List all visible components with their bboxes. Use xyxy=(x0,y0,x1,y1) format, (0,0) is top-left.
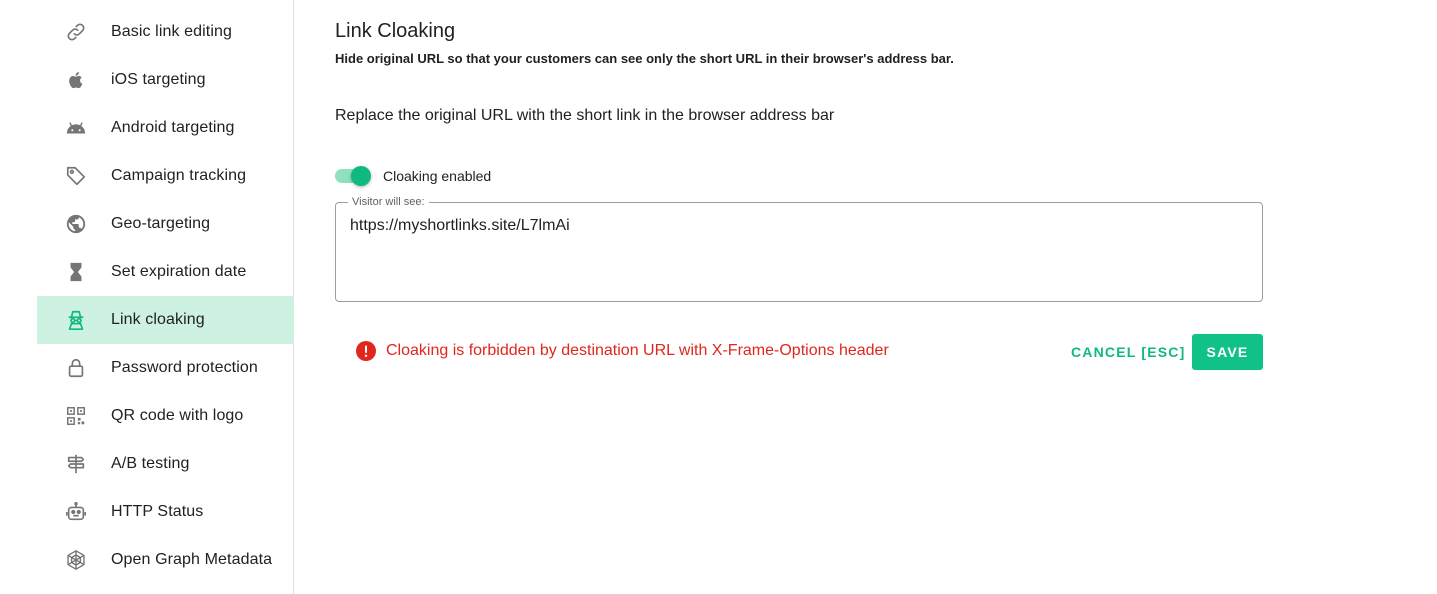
sidebar-item-link-cloaking[interactable]: Link cloaking xyxy=(37,296,294,344)
sidebar-item-label: QR code with logo xyxy=(111,407,244,424)
sidebar-item-label: Set expiration date xyxy=(111,263,247,280)
sidebar-item-geo-targeting[interactable]: Geo-targeting xyxy=(37,200,294,248)
toggle-thumb xyxy=(351,166,371,186)
lock-icon xyxy=(64,356,88,380)
sidebar-item-ios-targeting[interactable]: iOS targeting xyxy=(37,56,294,104)
spy-icon xyxy=(64,308,88,332)
robot-icon xyxy=(64,500,88,524)
sidebar-item-ab-testing[interactable]: A/B testing xyxy=(37,440,294,488)
sidebar-item-password-protection[interactable]: Password protection xyxy=(37,344,294,392)
globe-icon xyxy=(64,212,88,236)
cloaking-toggle-label: Cloaking enabled xyxy=(383,168,492,184)
sidebar-item-label: Link cloaking xyxy=(111,311,205,328)
cloaking-toggle-row: Cloaking enabled xyxy=(335,164,491,188)
link-icon xyxy=(64,20,88,44)
qr-code-icon xyxy=(64,404,88,428)
tag-icon xyxy=(64,164,88,188)
sidebar-item-qr-code-with-logo[interactable]: QR code with logo xyxy=(37,392,294,440)
sidebar-item-label: iOS targeting xyxy=(111,71,206,88)
sidebar-item-label: Geo-targeting xyxy=(111,215,211,232)
apple-icon xyxy=(64,68,88,92)
sidebar-item-label: Open Graph Metadata xyxy=(111,551,273,568)
cloaking-toggle-switch[interactable] xyxy=(335,164,373,188)
sidebar-item-basic-link-editing[interactable]: Basic link editing xyxy=(37,8,294,56)
sidebar-item-set-expiration-date[interactable]: Set expiration date xyxy=(37,248,294,296)
sidebar-item-open-graph-metadata[interactable]: Open Graph Metadata xyxy=(37,536,294,584)
web-icon xyxy=(64,548,88,572)
sidebar-item-http-status[interactable]: HTTP Status xyxy=(37,488,294,536)
android-icon xyxy=(64,116,88,140)
sidebar-nav: Basic link editing iOS targeting Android… xyxy=(37,8,294,584)
link-settings-app: Basic link editing iOS targeting Android… xyxy=(0,0,1437,594)
sidebar-item-label: HTTP Status xyxy=(111,503,204,520)
sidebar-item-label: A/B testing xyxy=(111,455,190,472)
sidebar-item-campaign-tracking[interactable]: Campaign tracking xyxy=(37,152,294,200)
cloaking-error: Cloaking is forbidden by destination URL… xyxy=(356,340,889,362)
signpost-icon xyxy=(64,452,88,476)
visitor-url-value: https://myshortlinks.site/L7lmAi xyxy=(350,217,570,234)
sidebar-item-label: Basic link editing xyxy=(111,23,232,40)
sidebar-item-label: Android targeting xyxy=(111,119,235,136)
error-icon xyxy=(356,341,376,361)
cancel-button[interactable]: CANCEL [ESC] xyxy=(1063,334,1193,370)
visitor-url-field[interactable]: Visitor will see: https://myshortlinks.s… xyxy=(335,195,1263,302)
page-subtitle: Hide original URL so that your customers… xyxy=(335,51,954,66)
error-message: Cloaking is forbidden by destination URL… xyxy=(386,342,889,359)
visitor-url-legend: Visitor will see: xyxy=(348,195,429,209)
sidebar-item-label: Password protection xyxy=(111,359,258,376)
page-title: Link Cloaking xyxy=(335,20,456,42)
save-button[interactable]: SAVE xyxy=(1192,334,1263,370)
cloaking-description: Replace the original URL with the short … xyxy=(335,107,835,124)
sidebar-item-android-targeting[interactable]: Android targeting xyxy=(37,104,294,152)
sidebar: Basic link editing iOS targeting Android… xyxy=(0,0,294,594)
sidebar-item-label: Campaign tracking xyxy=(111,167,247,184)
hourglass-icon xyxy=(64,260,88,284)
